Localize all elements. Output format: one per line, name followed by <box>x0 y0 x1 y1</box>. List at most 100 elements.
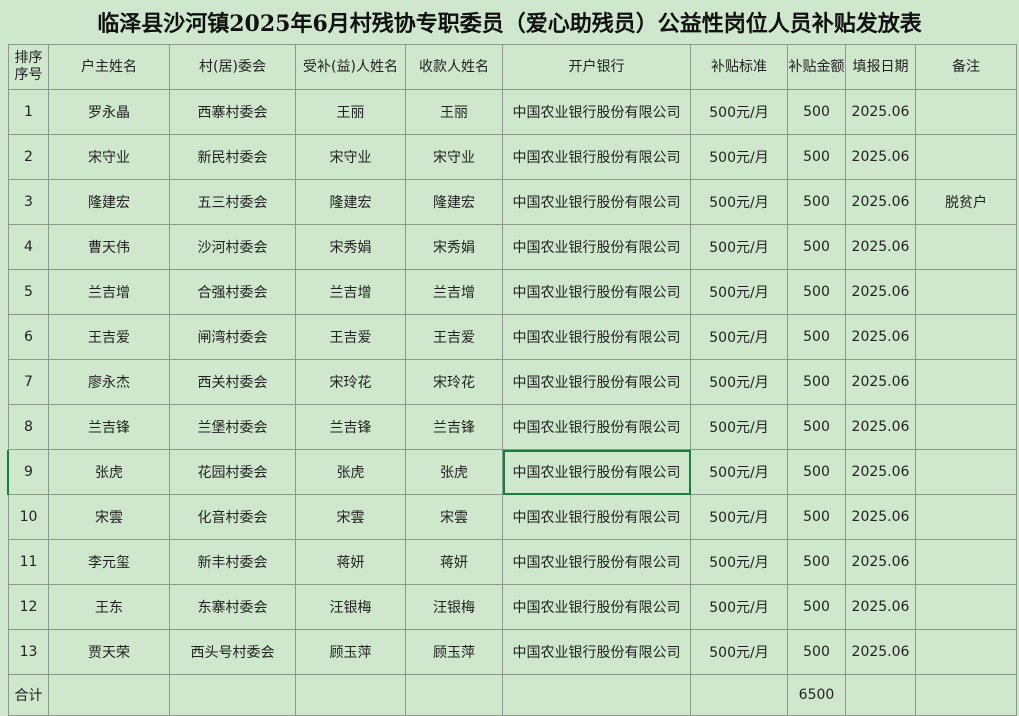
cell-amount[interactable]: 500 <box>787 224 846 270</box>
cell-seq[interactable]: 4 <box>8 224 49 270</box>
cell-note[interactable] <box>915 629 1017 675</box>
cell-household[interactable]: 兰吉增 <box>48 269 170 315</box>
cell-household[interactable]: 罗永晶 <box>48 89 170 135</box>
cell-seq[interactable]: 1 <box>8 89 49 135</box>
cell-note[interactable] <box>915 134 1017 180</box>
cell-date[interactable]: 2025.06 <box>845 134 916 180</box>
cell-payee[interactable]: 宋雲 <box>405 494 503 540</box>
header-village[interactable]: 村(居)委会 <box>169 44 296 90</box>
empty-cell[interactable] <box>48 674 170 716</box>
cell-note[interactable] <box>915 269 1017 315</box>
cell-date[interactable]: 2025.06 <box>845 449 916 495</box>
cell-amount[interactable]: 500 <box>787 134 846 180</box>
cell-recipient[interactable]: 顾玉萍 <box>295 629 406 675</box>
cell-village[interactable]: 兰堡村委会 <box>169 404 296 450</box>
cell-amount[interactable]: 500 <box>787 539 846 585</box>
cell-standard[interactable]: 500元/月 <box>690 629 788 675</box>
total-label-cell[interactable]: 合计 <box>8 674 49 716</box>
cell-payee[interactable]: 王吉爱 <box>405 314 503 360</box>
cell-seq[interactable]: 12 <box>8 584 49 630</box>
cell-seq[interactable]: 7 <box>8 359 49 405</box>
cell-village[interactable]: 沙河村委会 <box>169 224 296 270</box>
cell-household[interactable]: 王东 <box>48 584 170 630</box>
cell-bank[interactable]: 中国农业银行股份有限公司 <box>502 269 691 315</box>
cell-village[interactable]: 西寨村委会 <box>169 89 296 135</box>
cell-village[interactable]: 闸湾村委会 <box>169 314 296 360</box>
cell-seq[interactable]: 6 <box>8 314 49 360</box>
cell-note[interactable] <box>915 224 1017 270</box>
cell-standard[interactable]: 500元/月 <box>690 359 788 405</box>
cell-household[interactable]: 曹天伟 <box>48 224 170 270</box>
header-note[interactable]: 备注 <box>915 44 1017 90</box>
cell-bank[interactable]: 中国农业银行股份有限公司 <box>502 404 691 450</box>
cell-payee[interactable]: 蒋妍 <box>405 539 503 585</box>
cell-payee[interactable]: 宋守业 <box>405 134 503 180</box>
header-payee[interactable]: 收款人姓名 <box>405 44 503 90</box>
cell-recipient[interactable]: 宋守业 <box>295 134 406 180</box>
cell-note[interactable] <box>915 539 1017 585</box>
cell-bank[interactable]: 中国农业银行股份有限公司 <box>502 134 691 180</box>
cell-amount[interactable]: 500 <box>787 359 846 405</box>
cell-date[interactable]: 2025.06 <box>845 89 916 135</box>
cell-recipient[interactable]: 隆建宏 <box>295 179 406 225</box>
cell-note[interactable] <box>915 449 1017 495</box>
cell-recipient[interactable]: 宋雲 <box>295 494 406 540</box>
cell-household[interactable]: 宋雲 <box>48 494 170 540</box>
header-recipient[interactable]: 受补(益)人姓名 <box>295 44 406 90</box>
cell-seq[interactable]: 11 <box>8 539 49 585</box>
cell-village[interactable]: 五三村委会 <box>169 179 296 225</box>
cell-note[interactable] <box>915 494 1017 540</box>
header-amount[interactable]: 补贴金额 <box>787 44 846 90</box>
cell-recipient[interactable]: 王丽 <box>295 89 406 135</box>
cell-note[interactable] <box>915 359 1017 405</box>
cell-bank[interactable]: 中国农业银行股份有限公司 <box>502 629 691 675</box>
cell-amount[interactable]: 500 <box>787 494 846 540</box>
cell-village[interactable]: 花园村委会 <box>169 449 296 495</box>
cell-household[interactable]: 张虎 <box>48 449 170 495</box>
cell-payee[interactable]: 兰吉增 <box>405 269 503 315</box>
cell-payee[interactable]: 宋秀娟 <box>405 224 503 270</box>
cell-date[interactable]: 2025.06 <box>845 539 916 585</box>
cell-household[interactable]: 廖永杰 <box>48 359 170 405</box>
cell-household[interactable]: 兰吉锋 <box>48 404 170 450</box>
cell-note[interactable]: 脱贫户 <box>915 179 1017 225</box>
cell-standard[interactable]: 500元/月 <box>690 134 788 180</box>
cell-household[interactable]: 隆建宏 <box>48 179 170 225</box>
cell-household[interactable]: 王吉爱 <box>48 314 170 360</box>
empty-cell[interactable] <box>690 674 788 716</box>
cell-note[interactable] <box>915 89 1017 135</box>
cell-standard[interactable]: 500元/月 <box>690 269 788 315</box>
header-standard[interactable]: 补贴标准 <box>690 44 788 90</box>
cell-bank[interactable]: 中国农业银行股份有限公司 <box>502 314 691 360</box>
cell-date[interactable]: 2025.06 <box>845 269 916 315</box>
empty-cell[interactable] <box>915 674 1017 716</box>
cell-payee[interactable]: 汪银梅 <box>405 584 503 630</box>
cell-village[interactable]: 化音村委会 <box>169 494 296 540</box>
cell-standard[interactable]: 500元/月 <box>690 224 788 270</box>
cell-household[interactable]: 李元玺 <box>48 539 170 585</box>
empty-cell[interactable] <box>845 674 916 716</box>
cell-payee[interactable]: 兰吉锋 <box>405 404 503 450</box>
cell-standard[interactable]: 500元/月 <box>690 494 788 540</box>
cell-village[interactable]: 合强村委会 <box>169 269 296 315</box>
cell-standard[interactable]: 500元/月 <box>690 179 788 225</box>
cell-amount[interactable]: 500 <box>787 269 846 315</box>
cell-seq[interactable]: 13 <box>8 629 49 675</box>
cell-date[interactable]: 2025.06 <box>845 629 916 675</box>
empty-cell[interactable] <box>405 674 503 716</box>
cell-village[interactable]: 西头号村委会 <box>169 629 296 675</box>
cell-seq[interactable]: 3 <box>8 179 49 225</box>
cell-bank[interactable]: 中国农业银行股份有限公司 <box>502 89 691 135</box>
cell-date[interactable]: 2025.06 <box>845 359 916 405</box>
header-bank[interactable]: 开户银行 <box>502 44 691 90</box>
cell-amount[interactable]: 500 <box>787 179 846 225</box>
cell-bank[interactable]: 中国农业银行股份有限公司 <box>502 494 691 540</box>
cell-payee[interactable]: 王丽 <box>405 89 503 135</box>
cell-note[interactable] <box>915 584 1017 630</box>
cell-amount[interactable]: 500 <box>787 584 846 630</box>
cell-village[interactable]: 新丰村委会 <box>169 539 296 585</box>
header-date[interactable]: 填报日期 <box>845 44 916 90</box>
cell-recipient[interactable]: 王吉爱 <box>295 314 406 360</box>
cell-bank[interactable]: 中国农业银行股份有限公司 <box>502 359 691 405</box>
empty-cell[interactable] <box>502 674 691 716</box>
